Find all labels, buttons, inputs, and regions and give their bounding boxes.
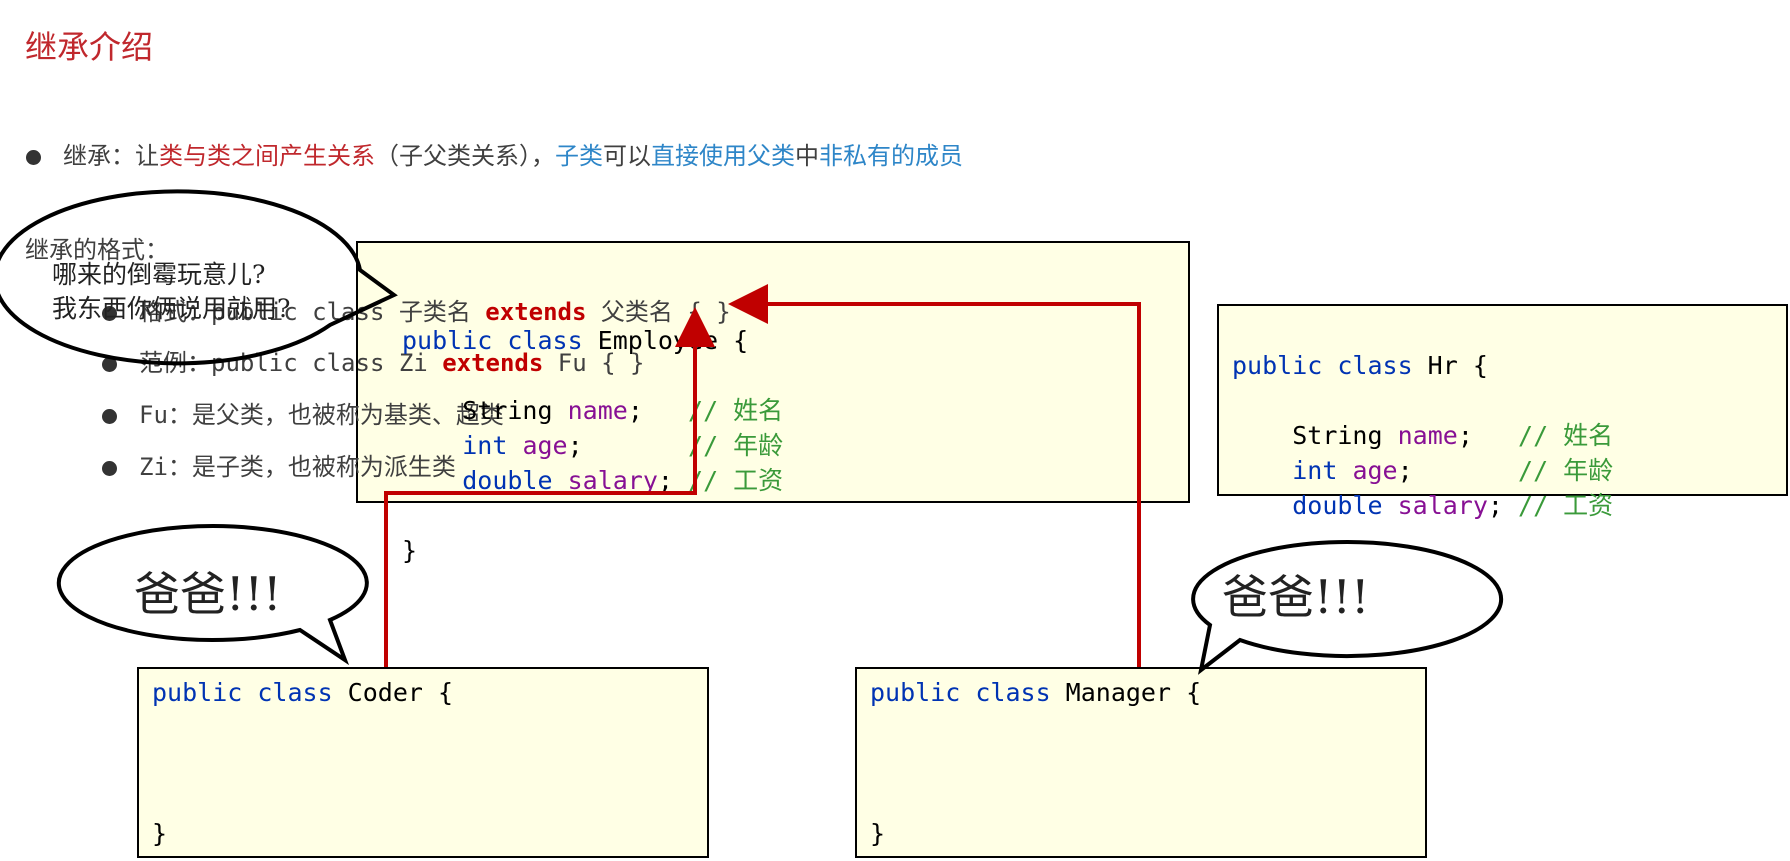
- diagram-overlay: [0, 189, 1504, 675]
- coder-bubble-text: 爸爸!!!: [134, 567, 282, 621]
- bubble-line: 我东西你俩说用就用?: [52, 294, 291, 323]
- top-bubble-text: 哪来的倒霉玩意儿? 我东西你俩说用就用?: [52, 258, 290, 326]
- inherit-arrow-manager: [728, 284, 1141, 667]
- inherit-arrow-coder: [384, 307, 715, 667]
- format-heading: 继承的格式：: [25, 236, 169, 264]
- manager-bubble-text: 爸爸!!!: [1222, 570, 1370, 624]
